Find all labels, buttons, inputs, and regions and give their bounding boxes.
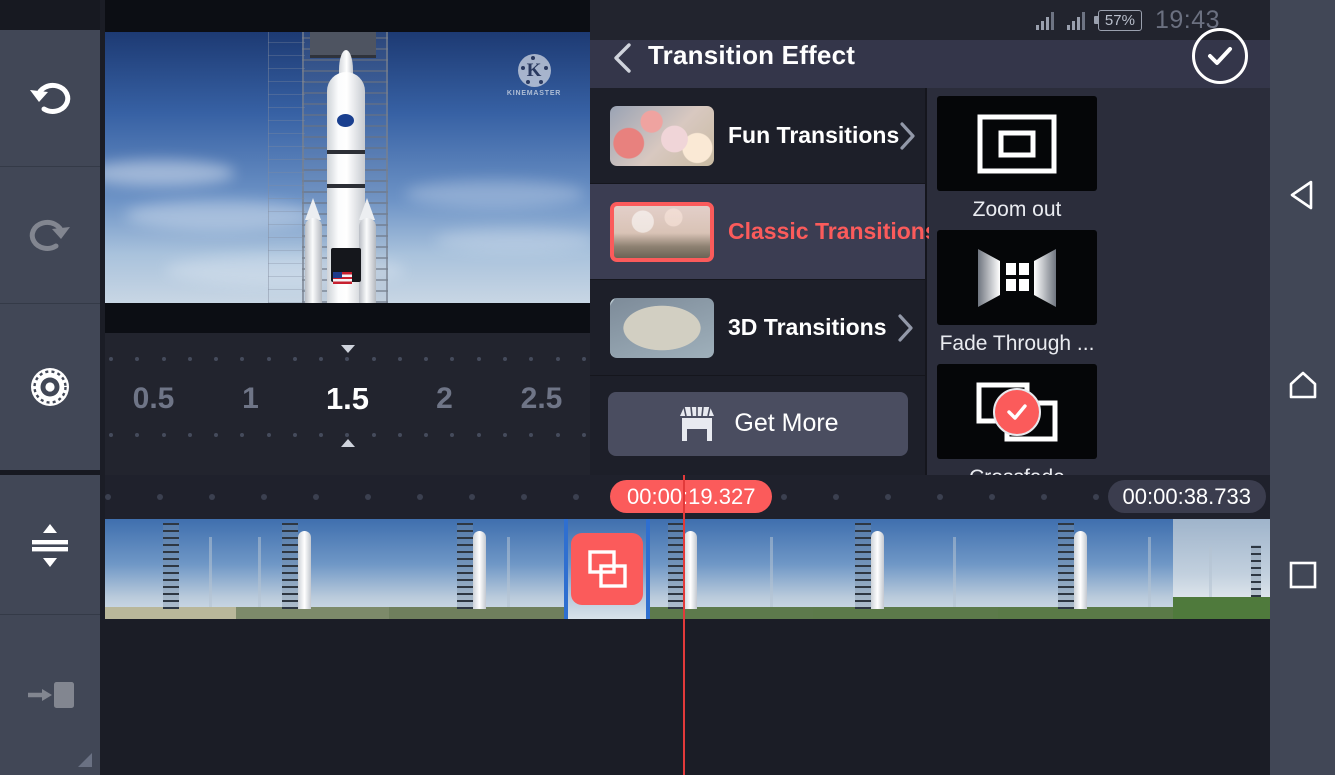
- effect-thumbnail: [937, 230, 1097, 325]
- back-chevron-icon[interactable]: [610, 42, 636, 74]
- transition-effect-panel: Transition Effect 57% 19:43 Fun Transiti…: [590, 0, 1270, 475]
- category-thumbnail: [610, 298, 714, 358]
- transition-marker[interactable]: [571, 533, 643, 605]
- category-label: 3D Transitions: [728, 314, 897, 341]
- duration-mark-1[interactable]: 1: [202, 382, 299, 416]
- battery-indicator: 57%: [1098, 10, 1142, 31]
- crossfade-marker-icon: [587, 549, 627, 589]
- nav-home-button[interactable]: [1270, 355, 1335, 415]
- category-fun-transitions[interactable]: Fun Transitions: [590, 88, 925, 184]
- chevron-right-icon: [899, 121, 917, 151]
- settings-button[interactable]: [0, 304, 100, 470]
- slider-dots-bottom: [105, 433, 590, 438]
- timeline[interactable]: 00:00:19.327 00:00:38.733: [105, 475, 1270, 775]
- recents-square-icon: [1286, 558, 1320, 592]
- us-flag: [333, 272, 352, 284]
- status-bar: 57% 19:43: [590, 0, 1270, 40]
- kinemaster-editor: K KINEMASTER 0.5 1 1.5 2: [0, 0, 1335, 775]
- resize-corner-handle[interactable]: [78, 753, 92, 767]
- effect-thumbnail: [937, 364, 1097, 459]
- undo-button[interactable]: [0, 30, 100, 167]
- redo-button[interactable]: [0, 167, 100, 304]
- duration-mark-0[interactable]: 0.5: [105, 382, 202, 416]
- zoom-out-frames-icon: [977, 114, 1057, 174]
- android-navigation-bar: [1270, 0, 1335, 775]
- chevron-right-icon: [897, 313, 915, 343]
- video-preview[interactable]: K KINEMASTER: [105, 32, 590, 303]
- timeline-clip[interactable]: [1173, 519, 1270, 619]
- timeline-clip[interactable]: [236, 519, 389, 619]
- insert-clip-button[interactable]: [0, 615, 100, 775]
- timeline-ruler[interactable]: 00:00:19.327 00:00:38.733: [105, 475, 1270, 519]
- transition-duration-slider[interactable]: 0.5 1 1.5 2 2.5: [105, 333, 590, 475]
- insert-arrow-icon: [24, 669, 76, 721]
- timeline-clip[interactable]: [389, 519, 564, 619]
- expand-vertical-icon: [24, 519, 76, 571]
- gear-icon: [24, 361, 76, 413]
- effect-thumbnail: [937, 96, 1097, 191]
- timeline-clip[interactable]: [650, 519, 813, 619]
- nasa-logo: [337, 114, 354, 127]
- effect-label: Zoom out: [937, 198, 1097, 222]
- timeline-clip[interactable]: [998, 519, 1173, 619]
- preview-area: K KINEMASTER: [105, 0, 590, 333]
- playhead-line[interactable]: [683, 475, 685, 775]
- confirm-button[interactable]: [1192, 28, 1248, 84]
- duration-mark-4[interactable]: 2.5: [493, 382, 590, 416]
- timeline-clip[interactable]: [105, 519, 236, 619]
- transition-effects-grid: Zoom out: [929, 88, 1270, 475]
- duration-mark-3[interactable]: 2: [396, 382, 493, 416]
- get-more-row: Get More: [590, 376, 925, 471]
- home-pentagon-icon: [1285, 367, 1321, 403]
- duration-marks: 0.5 1 1.5 2 2.5: [105, 369, 590, 429]
- back-triangle-icon: [1285, 177, 1321, 213]
- watermark-letter: K: [527, 60, 542, 82]
- page-title: Transition Effect: [648, 40, 855, 71]
- redo-arrow-icon: [24, 209, 76, 261]
- selected-clip-transition[interactable]: [564, 519, 650, 619]
- category-label: Classic Transitions: [728, 218, 938, 245]
- watermark-text: KINEMASTER: [506, 90, 562, 97]
- slider-caret-top: [341, 345, 355, 353]
- timeline-clip[interactable]: [813, 519, 998, 619]
- playhead-time-badge[interactable]: 00:00:19.327: [610, 480, 772, 513]
- category-label: Fun Transitions: [728, 122, 899, 149]
- slider-caret-bottom: [341, 439, 355, 447]
- selected-check-badge: [993, 388, 1041, 436]
- effect-label: Fade Through ...: [937, 332, 1097, 356]
- video-track[interactable]: [105, 519, 1270, 619]
- store-icon: [676, 405, 718, 443]
- get-more-label: Get More: [734, 409, 838, 438]
- check-icon: [1203, 39, 1237, 73]
- total-duration-badge[interactable]: 00:00:38.733: [1108, 480, 1266, 513]
- category-3d-transitions[interactable]: 3D Transitions: [590, 280, 925, 376]
- signal-bars-icon-2: [1067, 11, 1085, 30]
- kinemaster-watermark: K KINEMASTER: [506, 54, 562, 97]
- check-icon: [1004, 399, 1030, 425]
- fade-through-panels-icon: [974, 247, 1060, 309]
- effect-fade-through[interactable]: Fade Through ...: [937, 230, 1097, 356]
- expand-tracks-button[interactable]: [0, 475, 100, 615]
- nav-recents-button[interactable]: [1270, 545, 1335, 605]
- category-thumbnail: [610, 202, 714, 262]
- effect-zoom-out[interactable]: Zoom out: [937, 96, 1097, 222]
- slider-dots-top: [105, 357, 590, 362]
- transition-category-list: Fun Transitions Classic Transitions 3D T…: [590, 88, 927, 475]
- effect-crossfade[interactable]: Crossfade: [937, 364, 1097, 490]
- category-thumbnail: [610, 106, 714, 166]
- left-toolbar: [0, 0, 100, 775]
- duration-mark-2[interactable]: 1.5: [299, 381, 396, 417]
- category-classic-transitions[interactable]: Classic Transitions: [590, 184, 925, 280]
- undo-arrow-icon: [24, 72, 76, 124]
- signal-bars-icon-1: [1036, 11, 1054, 30]
- nav-back-button[interactable]: [1270, 165, 1335, 225]
- get-more-button[interactable]: Get More: [608, 392, 908, 456]
